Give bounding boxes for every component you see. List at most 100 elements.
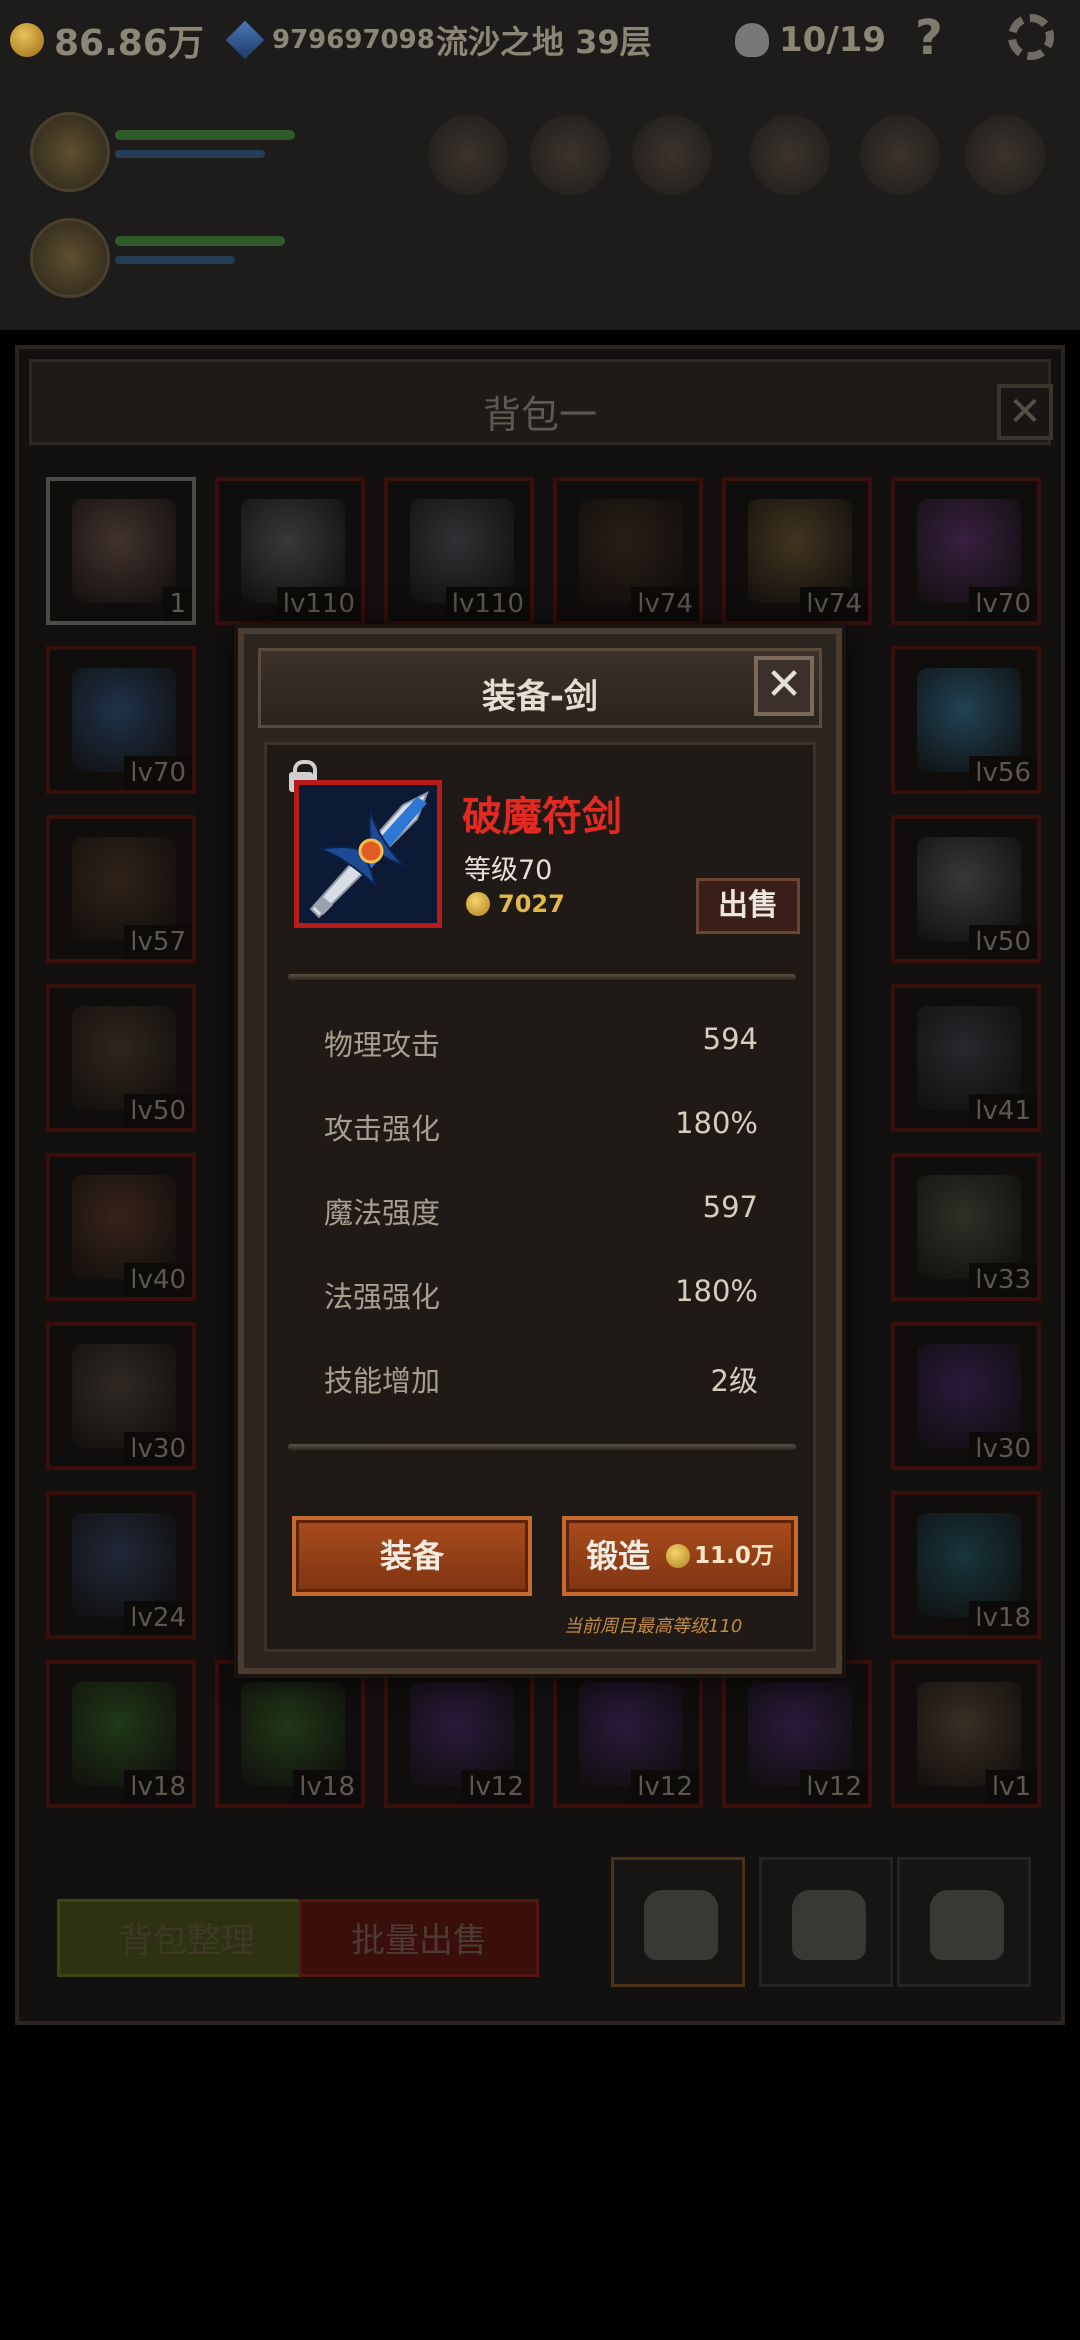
item-level-label: 1 [163,587,192,621]
item-level-label: lv30 [969,1432,1037,1466]
item-level-label: lv30 [124,1432,192,1466]
stat-value: 2级 [710,1364,758,1398]
inventory-slot[interactable]: lv18 [46,1660,196,1808]
bag-tab-2[interactable] [759,1857,893,1987]
inventory-slot[interactable]: lv1 [891,1660,1041,1808]
item-level-label: lv12 [462,1770,530,1804]
inventory-slot[interactable]: lv12 [384,1660,534,1808]
pet-hp-bar [115,236,285,246]
gem-counter: 979697098 [225,14,435,66]
backpack-icon [644,1890,718,1960]
kill-counter: 10/19 [735,14,886,66]
top-hud: 86.86万 979697098 流沙之地 39层 10/19 ? [0,0,1080,330]
item-level-label: lv41 [969,1094,1037,1128]
bag-tab-3[interactable] [897,1857,1031,1987]
inventory-slot[interactable]: lv74 [553,477,703,625]
help-icon[interactable]: ? [915,10,943,66]
item-level-label: lv50 [969,925,1037,959]
item-level-label: lv57 [124,925,192,959]
backpack-title: 背包一 [482,393,597,437]
gear-icon[interactable] [1008,14,1054,60]
stat-row: 攻击强化 180% [324,1106,758,1146]
item-level-label: lv110 [445,587,530,621]
gem-icon [225,20,265,60]
item-level: 等级70 [464,855,553,886]
stat-value: 597 [702,1190,758,1224]
gold-coin-icon [10,23,44,57]
gem-amount: 979697098 [272,25,435,55]
equip-slot-icon[interactable] [965,115,1045,195]
stat-name: 魔法强度 [324,1196,441,1230]
hero-mp-bar [115,150,265,158]
equip-slot-icon[interactable] [750,115,830,195]
item-level-label: lv1 [985,1770,1037,1804]
equipment-modal: 装备-剑 ✕ 破魔符剑 等级70 7027 出售 物理攻击 594 攻击强化 1… [238,628,842,1674]
modal-title: 装备-剑 [481,677,599,717]
coin-icon [466,892,490,916]
inventory-slot[interactable]: lv57 [46,815,196,963]
divider [288,974,796,980]
inventory-slot[interactable]: lv110 [215,477,365,625]
equip-slot-icon[interactable] [860,115,940,195]
item-level-label: lv70 [124,756,192,790]
inventory-slot[interactable]: lv30 [891,1322,1041,1470]
inventory-slot[interactable]: lv18 [215,1660,365,1808]
inventory-slot[interactable]: lv50 [891,815,1041,963]
equip-slot-icon[interactable] [632,115,712,195]
bulk-sell-button[interactable]: 批量出售 [299,1899,539,1977]
inventory-slot[interactable]: lv24 [46,1491,196,1639]
inventory-slot[interactable]: lv70 [891,477,1041,625]
bag-tab-1[interactable] [611,1857,745,1987]
sell-button[interactable]: 出售 [696,878,800,934]
hero-hp-bar [115,130,295,140]
inventory-slot[interactable]: lv30 [46,1322,196,1470]
equip-slot-icon[interactable] [428,115,508,195]
cake-icon [72,499,176,603]
stat-name: 攻击强化 [324,1112,441,1146]
item-level-label: lv56 [969,756,1037,790]
stat-row: 技能增加 2级 [324,1358,758,1398]
skull-icon [735,23,769,57]
item-level-label: lv18 [293,1770,361,1804]
inventory-slot[interactable]: lv74 [722,477,872,625]
sort-backpack-button[interactable]: 背包整理 [57,1899,317,1977]
item-level-label: lv18 [969,1601,1037,1635]
item-level-label: lv74 [631,587,699,621]
inventory-slot[interactable]: lv12 [722,1660,872,1808]
item-level-label: lv70 [969,587,1037,621]
location-text: 流沙之地 39层 [436,23,652,61]
stat-name: 法强强化 [324,1280,441,1314]
inventory-slot[interactable]: lv110 [384,477,534,625]
stat-row: 物理攻击 594 [324,1022,758,1062]
gold-amount: 86.86万 [54,23,204,64]
modal-titlebar: 装备-剑 [258,648,822,728]
forge-button[interactable]: 锻造 11.0万 [562,1516,798,1596]
inventory-slot[interactable]: lv50 [46,984,196,1132]
item-level-label: lv33 [969,1263,1037,1297]
sword-icon [299,785,437,923]
backpack-titlebar: 背包一 ✕ [29,359,1053,445]
inventory-slot[interactable]: 1 [46,477,196,625]
equip-button[interactable]: 装备 [292,1516,532,1596]
pet-portrait[interactable] [30,218,110,298]
gold-counter: 86.86万 [10,14,204,66]
inventory-slot[interactable]: lv41 [891,984,1041,1132]
inventory-slot[interactable]: lv18 [891,1491,1041,1639]
inventory-slot[interactable]: lv56 [891,646,1041,794]
coin-icon [666,1544,691,1568]
inventory-slot[interactable]: lv40 [46,1153,196,1301]
inventory-slot[interactable]: lv70 [46,646,196,794]
stat-row: 魔法强度 597 [324,1190,758,1230]
inventory-slot[interactable]: lv33 [891,1153,1041,1301]
item-level-label: lv40 [124,1263,192,1297]
hero-portrait[interactable] [30,112,110,192]
forge-label: 锻造 [586,1537,651,1575]
item-level-label: lv12 [800,1770,868,1804]
modal-close-button[interactable]: ✕ [754,656,814,716]
item-name: 破魔符剑 [462,794,622,840]
backpack-close-button[interactable]: ✕ [997,384,1053,440]
backpack-icon [930,1890,1004,1960]
equip-slot-icon[interactable] [530,115,610,195]
divider [288,1444,796,1450]
inventory-slot[interactable]: lv12 [553,1660,703,1808]
